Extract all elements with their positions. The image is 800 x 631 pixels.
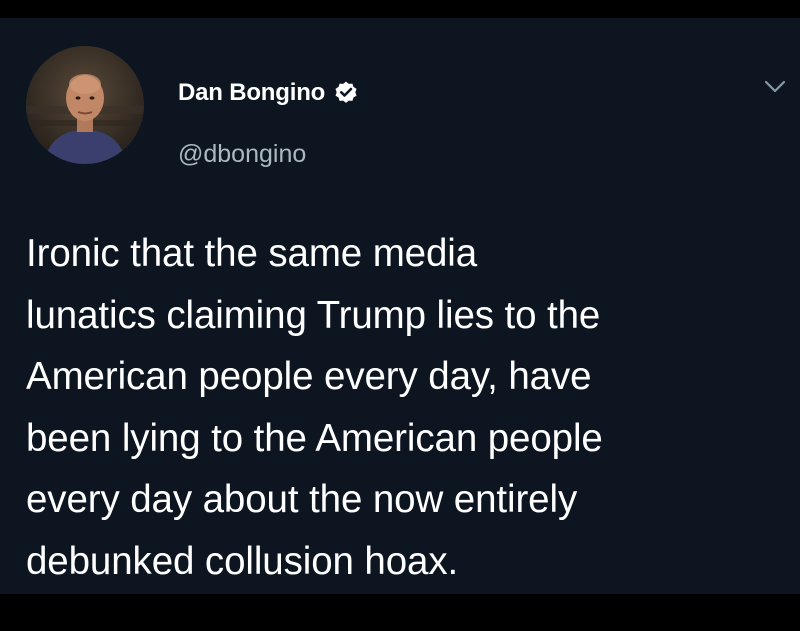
verified-badge-icon <box>333 80 359 106</box>
tweet-text-line: been lying to the American people <box>26 416 603 460</box>
tweet-text-line: lunatics claiming Trump lies to the <box>26 293 601 337</box>
bottom-border <box>0 594 800 631</box>
tweet-text-line: Ironic that the same media <box>26 232 478 275</box>
tweet-text-line: American people every day, have <box>26 355 592 398</box>
tweet-text-line: debunked collusion hoax. <box>26 539 459 583</box>
avatar-image <box>26 46 144 164</box>
chevron-down-icon[interactable] <box>764 80 786 94</box>
tweet-text-line: every day about the now entirely <box>26 478 578 521</box>
top-border <box>0 0 800 18</box>
author-handle[interactable]: @dbongino <box>178 140 306 169</box>
avatar[interactable] <box>26 46 144 164</box>
author-row: Dan Bongino <box>178 78 359 108</box>
tweet-text: Ironic that the same media lunatics clai… <box>26 223 796 592</box>
tweet-card: Dan Bongino @dbongino Ironic that the sa… <box>0 18 800 594</box>
display-name[interactable]: Dan Bongino <box>178 79 325 107</box>
